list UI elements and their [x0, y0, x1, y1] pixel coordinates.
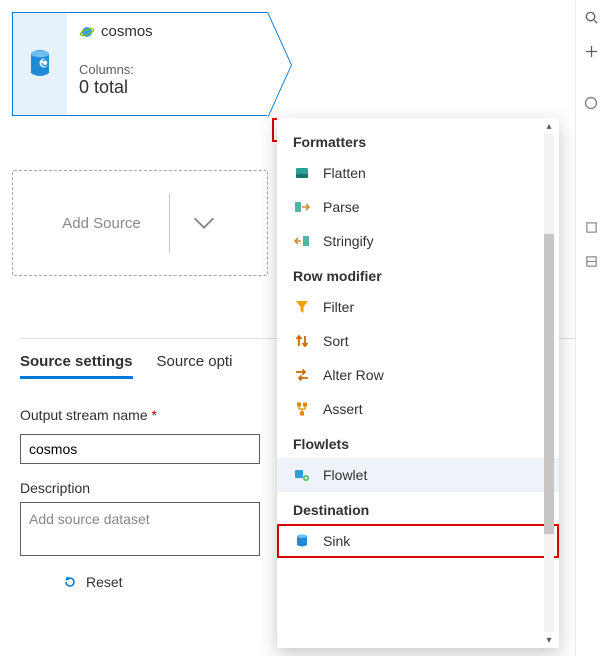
menu-item-sort[interactable]: Sort [277, 324, 559, 358]
menu-item-label: Assert [323, 401, 363, 417]
source-node-icon [13, 13, 67, 115]
square-icon [585, 221, 598, 234]
menu-item-flowlet[interactable]: Flowlet [277, 458, 559, 492]
filter-icon [293, 298, 311, 316]
scroll-down-arrow[interactable]: ▾ [541, 632, 557, 648]
add-button[interactable] [576, 34, 605, 68]
transformation-menu: Formatters Flatten Parse Stringify Row m… [277, 118, 559, 648]
assert-icon [293, 400, 311, 418]
menu-item-label: Sort [323, 333, 349, 349]
menu-item-label: Flatten [323, 165, 366, 181]
flowlet-icon [293, 466, 311, 484]
reset-label: Reset [86, 574, 123, 590]
divider [169, 193, 170, 253]
output-stream-input[interactable] [20, 434, 260, 464]
menu-item-stringify[interactable]: Stringify [277, 224, 559, 258]
menu-item-parse[interactable]: Parse [277, 190, 559, 224]
rail-tool-2[interactable] [576, 244, 605, 278]
chevron-down-icon[interactable] [190, 209, 218, 237]
source-node-cosmos[interactable]: cosmos Columns: 0 total [12, 12, 268, 116]
menu-item-flatten[interactable]: Flatten [277, 156, 559, 190]
columns-label: Columns: [79, 62, 259, 77]
description-input[interactable]: Add source dataset [20, 502, 260, 556]
right-toolbar [575, 0, 605, 656]
tab-source-settings[interactable]: Source settings [20, 353, 133, 379]
plus-icon [584, 44, 599, 59]
scroll-up-arrow[interactable]: ▴ [541, 118, 557, 134]
menu-item-label: Filter [323, 299, 354, 315]
menu-item-label: Stringify [323, 233, 374, 249]
menu-item-label: Sink [323, 533, 350, 549]
zoom-slider-top[interactable] [576, 86, 605, 120]
menu-section-flowlets: Flowlets [277, 426, 559, 458]
menu-item-label: Parse [323, 199, 360, 215]
sink-icon [293, 532, 311, 550]
sort-icon [293, 332, 311, 350]
menu-section-destination: Destination [277, 492, 559, 524]
menu-scrollbar[interactable]: ▴ ▾ [541, 118, 557, 648]
menu-item-sink[interactable]: Sink [277, 524, 559, 558]
add-source-box[interactable]: Add Source [12, 170, 268, 276]
menu-item-label: Flowlet [323, 467, 367, 483]
circle-handle-icon [584, 96, 598, 110]
layout-icon [585, 255, 598, 268]
reset-button[interactable]: Reset [62, 574, 123, 590]
stringify-icon [293, 232, 311, 250]
scroll-thumb[interactable] [544, 234, 554, 534]
menu-item-assert[interactable]: Assert [277, 392, 559, 426]
reset-icon [62, 574, 78, 590]
menu-section-rowmodifier: Row modifier [277, 258, 559, 290]
menu-section-formatters: Formatters [277, 124, 559, 156]
parse-icon [293, 198, 311, 216]
menu-item-label: Alter Row [323, 367, 384, 383]
tab-source-options[interactable]: Source opti [157, 353, 233, 379]
datasource-icon [27, 49, 53, 79]
columns-value: 0 total [79, 77, 259, 98]
source-node-title: cosmos [101, 23, 153, 40]
add-source-label: Add Source [62, 215, 140, 232]
menu-item-filter[interactable]: Filter [277, 290, 559, 324]
flatten-icon [293, 164, 311, 182]
search-button[interactable] [576, 0, 605, 34]
cosmos-icon [79, 24, 95, 40]
alter-row-icon [293, 366, 311, 384]
menu-item-alterrow[interactable]: Alter Row [277, 358, 559, 392]
search-icon [584, 10, 599, 25]
rail-tool-1[interactable] [576, 210, 605, 244]
